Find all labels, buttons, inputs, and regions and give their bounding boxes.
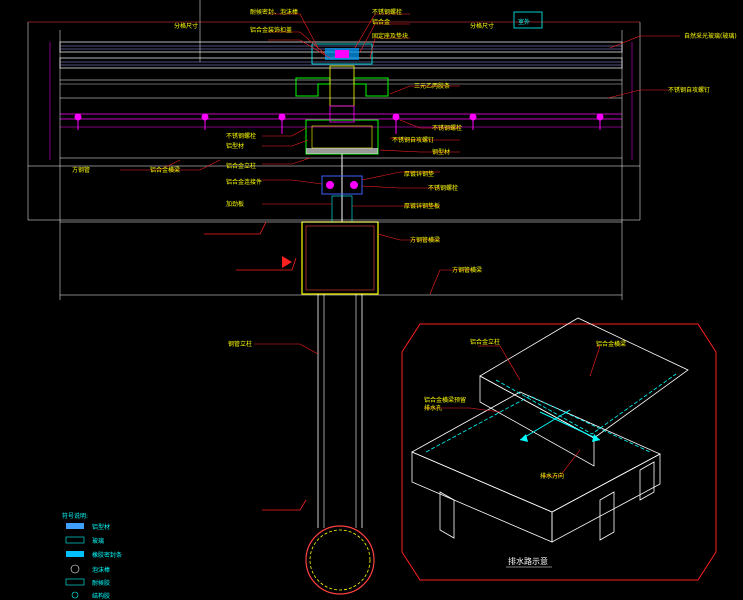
- iso-beam-side: [411, 451, 553, 543]
- legend-label-glass: 玻璃: [92, 537, 104, 545]
- tube-section-inner: [309, 529, 371, 591]
- leader: [478, 345, 521, 381]
- legend-label-sealant: 耐候胶: [92, 579, 110, 587]
- leader: [369, 37, 410, 59]
- label-iso-bottom: 排水方向: [540, 472, 564, 480]
- square-steel-inner: [305, 225, 375, 291]
- label-iso-left-note-1: 铝合金横梁预留: [424, 396, 466, 404]
- label-top-mid-dim: 分格尺寸: [470, 22, 494, 30]
- drain-channel-2: [495, 373, 677, 435]
- legend-label-foam: 泡沫棒: [92, 566, 110, 574]
- label-stainless-self-tap: 不锈钢自攻螺钉: [668, 86, 710, 94]
- label-top-left-dim: 分格尺寸: [174, 22, 198, 30]
- section-marker: [204, 221, 267, 235]
- label-stainless-bolt-l: 不锈钢螺栓: [226, 132, 256, 140]
- drain-arrow-icon: [520, 434, 528, 442]
- label-room-outside: 室外: [518, 18, 530, 26]
- legend: 符号说明: 铝型材 玻璃 橡胶密封条 泡沫棒 耐候胶 结构胶: [62, 512, 122, 600]
- iso-leg-left: [439, 491, 455, 539]
- legend-swatch-foam: [70, 564, 80, 574]
- label-stainless-bolt-r: 不锈钢螺栓: [432, 124, 462, 132]
- iso-leg-far: [639, 461, 655, 501]
- leader: [607, 89, 668, 99]
- leader: [262, 157, 311, 165]
- legend-swatch-glass: [65, 536, 85, 544]
- label-thick-gasket: 厚镀锌钢垫: [404, 170, 434, 178]
- label-stainless-bolt-mid: 不锈钢螺栓: [428, 184, 458, 192]
- section-labels: 分格尺寸 分格尺寸 耐候密封、泡沫棒 铝合金装饰扣盖 不锈钢螺栓 铝合金 固定座…: [72, 8, 737, 348]
- leader: [262, 127, 307, 137]
- legend-label-structural: 结构胶: [92, 592, 110, 600]
- al-profile-right: [353, 77, 389, 97]
- label-tri-rubber: 三元乙丙胶条: [414, 82, 450, 90]
- label-stainless-screw-top: 不锈钢螺栓: [372, 8, 402, 16]
- section-view: [27, 0, 680, 595]
- bolt-left-icon: [326, 181, 334, 189]
- leader: [262, 139, 309, 147]
- al-profile-left: [295, 77, 331, 97]
- leader: [254, 343, 319, 355]
- leader: [268, 31, 326, 55]
- label-steel-profile: 钢型材: [432, 148, 450, 156]
- silicone-core: [335, 50, 349, 58]
- detail-boundary: [401, 323, 717, 581]
- legend-swatch-sealant: [65, 578, 85, 586]
- label-iso-left-note-2: 排水孔: [424, 404, 442, 412]
- bolt-connector: [321, 154, 363, 223]
- label-fixing-strip: 固定座及垫块: [372, 32, 408, 40]
- label-stiff-plate: 加劲板: [226, 200, 244, 208]
- legend-title: 符号说明:: [62, 512, 88, 520]
- iso-beam-top: [411, 391, 661, 513]
- leader: [262, 179, 323, 185]
- label-steel-tube: 钢管立柱: [228, 340, 252, 348]
- label-al-sub-frame: 铝型材: [226, 142, 244, 150]
- legend-swatch-rubber: [66, 551, 84, 557]
- label-al-column: 铝合金立柱: [226, 162, 256, 170]
- iso-mullion-side: [479, 375, 595, 467]
- label-aluminum-pressure: 铝合金: [372, 18, 390, 26]
- section-flag-icon: [282, 256, 292, 268]
- label-al-cover: 铝合金装饰扣盖: [250, 26, 292, 34]
- cad-drawing: 分格尺寸 分格尺寸 耐候密封、泡沫棒 铝合金装饰扣盖 不锈钢螺栓 铝合金 固定座…: [27, 0, 737, 600]
- square-steel-beam: [301, 221, 379, 295]
- drain-detail: 铝合金立柱 铝合金横梁 铝合金横梁预留 排水孔 排水方向 排水路示意: [401, 317, 717, 581]
- label-al-connector: 铝合金连接件: [226, 178, 262, 186]
- label-stainless-self-tap-r: 不锈钢自攻螺钉: [392, 136, 434, 144]
- label-glass-right: 自然采光玻璃(玻璃): [684, 32, 737, 40]
- label-square-steel-right: 方钢管横梁: [452, 266, 482, 274]
- steel-box-inner: [311, 125, 373, 149]
- tube-section-outer: [305, 525, 375, 595]
- legend-label-aluminum: 铝型材: [92, 523, 110, 531]
- label-square-steel-left: 方钢管横梁: [410, 236, 440, 244]
- central-mullion: [295, 43, 389, 155]
- section-marker: [262, 499, 307, 511]
- drain-flow-1: [539, 411, 601, 441]
- legend-swatch-aluminum: [66, 523, 84, 529]
- al-core: [329, 65, 355, 107]
- leader: [589, 345, 601, 377]
- label-thick-steel-plate: 厚镀锌钢垫板: [404, 202, 440, 210]
- label-drain-title: 排水路示意: [508, 556, 548, 566]
- bolt-right-icon: [350, 181, 358, 189]
- label-weather-seal: 耐候密封、泡沫棒: [250, 8, 298, 16]
- section-marks: [204, 221, 307, 511]
- iso-leg-right: [599, 491, 615, 541]
- label-iso-top-right: 铝合金横梁: [596, 340, 626, 348]
- weld-plate: [306, 148, 378, 154]
- drain-channel-1: [425, 395, 651, 453]
- legend-swatch-structural: [71, 591, 79, 599]
- legend-label-rubber: 橡胶密封条: [92, 551, 122, 559]
- label-al-bracket: 铝合金横梁: [150, 166, 180, 174]
- drain-arrow-icon: [592, 434, 600, 442]
- label-square-tube: 方钢管: [72, 166, 90, 174]
- label-iso-top-left: 铝合金立柱: [470, 338, 500, 346]
